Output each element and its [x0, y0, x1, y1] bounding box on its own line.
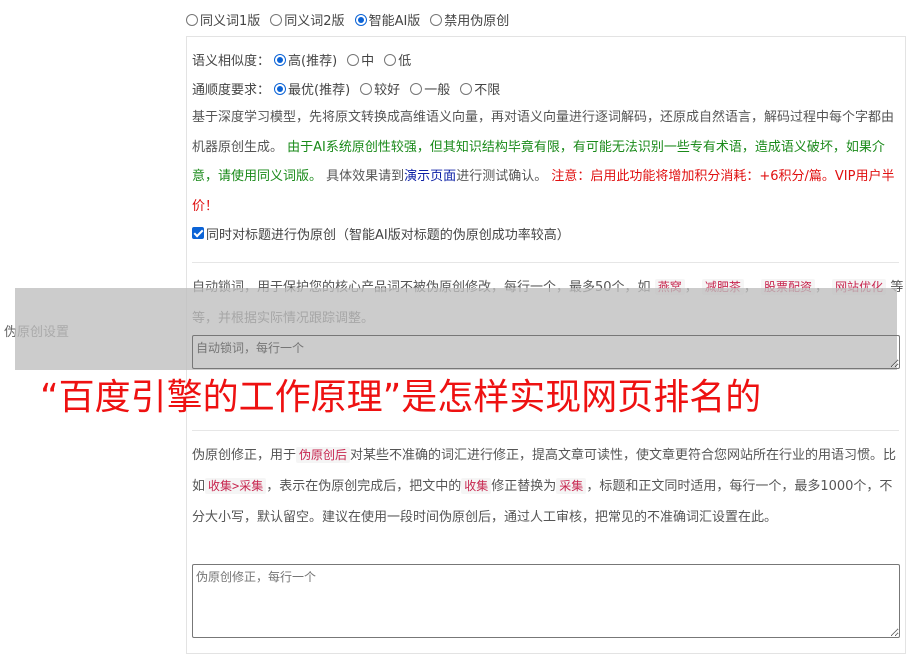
- radio-icon[interactable]: [460, 82, 473, 95]
- ai-settings-panel: 语义相似度： 高(推荐) 中 低 通顺度要求： 最优(推荐) 较好 一般 不限 …: [186, 36, 906, 258]
- lock-words-input[interactable]: [192, 335, 900, 369]
- similarity-option-high[interactable]: 高(推荐): [274, 50, 337, 69]
- fluency-row: 通顺度要求： 最优(推荐) 较好 一般 不限: [192, 74, 900, 103]
- ai-desc-text: 进行测试确认。: [456, 169, 548, 184]
- section-divider: [192, 262, 899, 263]
- fluency-option-good[interactable]: 较好: [360, 79, 400, 98]
- fluency-label: 通顺度要求：: [192, 83, 271, 98]
- checkbox-checked-icon[interactable]: [192, 227, 204, 239]
- mode-option-label: 智能AI版: [368, 14, 421, 29]
- radio-icon[interactable]: [384, 53, 397, 66]
- correction-description: 伪原创修正，用于 伪原创后 对某些不准确的词汇进行修正，提高文章可读性，使文章更符合…: [192, 440, 904, 533]
- mode-option-synonym2[interactable]: 同义词2版: [270, 10, 345, 29]
- overlay-headline: “百度引擎的工作原理”是怎样实现网页排名的: [40, 377, 762, 418]
- option-label: 低: [398, 54, 412, 69]
- radio-icon[interactable]: [430, 13, 443, 26]
- section-divider: [192, 430, 899, 431]
- option-label: 中: [361, 54, 375, 69]
- radio-icon[interactable]: [360, 82, 373, 95]
- fluency-option-normal[interactable]: 一般: [410, 79, 450, 98]
- fix-desc-text: ，表示在伪原创完成后，把文中的: [266, 479, 462, 494]
- example-tag: 收集: [461, 478, 492, 494]
- demo-page-link[interactable]: 演示页面: [404, 169, 456, 184]
- ai-description: 基于深度学习模型，先将原文转换成高维语义向量，再对语义向量进行逐词解码，还原成自…: [192, 103, 902, 221]
- correction-input[interactable]: [192, 564, 900, 638]
- ai-desc-text: 具体效果请到: [326, 169, 405, 184]
- mode-radio-group: 同义词1版 同义词2版 智能AI版 禁用伪原创: [186, 10, 519, 29]
- option-label: 最优(推荐): [288, 83, 351, 98]
- radio-checked-icon[interactable]: [354, 13, 367, 26]
- fluency-option-best[interactable]: 最优(推荐): [274, 79, 350, 98]
- option-label: 一般: [424, 83, 451, 98]
- example-tag: 收集>采集: [205, 478, 267, 494]
- fix-desc-text: 伪原创修正，用于: [192, 448, 297, 463]
- correction-section: 伪原创修正，用于 伪原创后 对某些不准确的词汇进行修正，提高文章可读性，使文章更符合…: [192, 440, 904, 533]
- similarity-label: 语义相似度：: [192, 54, 271, 69]
- example-tag: 伪原创后: [296, 447, 351, 463]
- fluency-option-any[interactable]: 不限: [460, 79, 500, 98]
- example-tag: 采集: [556, 478, 587, 494]
- option-label: 不限: [474, 83, 501, 98]
- mode-option-disable[interactable]: 禁用伪原创: [430, 10, 509, 29]
- radio-icon[interactable]: [410, 82, 423, 95]
- mode-option-label: 禁用伪原创: [444, 14, 510, 29]
- title-checkbox-row[interactable]: 同时对标题进行伪原创（智能AI版对标题的伪原创成功率较高）: [192, 221, 900, 245]
- mode-option-label: 同义词1版: [200, 14, 261, 29]
- radio-icon[interactable]: [347, 53, 360, 66]
- title-checkbox-label: 同时对标题进行伪原创（智能AI版对标题的伪原创成功率较高）: [206, 227, 570, 243]
- similarity-row: 语义相似度： 高(推荐) 中 低: [192, 45, 900, 74]
- similarity-option-medium[interactable]: 中: [347, 50, 374, 69]
- similarity-option-low[interactable]: 低: [384, 50, 411, 69]
- fix-desc-text: 修正替换为: [491, 479, 557, 494]
- mode-option-label: 同义词2版: [284, 14, 345, 29]
- radio-icon[interactable]: [270, 13, 283, 26]
- radio-checked-icon[interactable]: [274, 82, 287, 95]
- radio-checked-icon[interactable]: [274, 53, 287, 66]
- option-label: 较好: [374, 83, 401, 98]
- option-label: 高(推荐): [288, 54, 338, 69]
- mode-option-synonym1[interactable]: 同义词1版: [186, 10, 260, 29]
- radio-icon[interactable]: [186, 13, 198, 26]
- mode-option-ai[interactable]: 智能AI版: [354, 10, 421, 29]
